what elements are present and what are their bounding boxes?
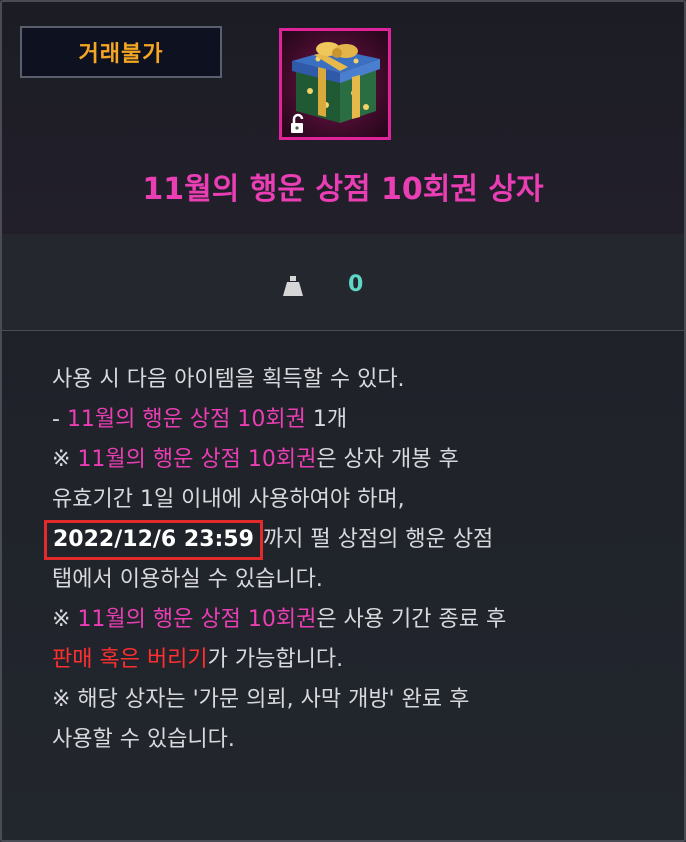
desc-text: 탭에서 이용하실 수 있습니다. — [52, 567, 323, 592]
desc-line: ※ 11월의 행운 상점 10회권은 상자 개봉 후 — [52, 440, 664, 480]
weight-section: 0 — [2, 234, 684, 331]
reward-item-name: 11월의 행운 상점 10회권 — [66, 407, 306, 432]
item-description: 사용 시 다음 아이템을 획득할 수 있다. - 11월의 행운 상점 10회권… — [44, 360, 664, 760]
desc-line: ※ 11월의 행운 상점 10회권은 사용 기간 종료 후 — [52, 600, 664, 640]
desc-text: 은 상자 개봉 후 — [316, 447, 459, 472]
desc-text: 가 가능합니다. — [207, 647, 344, 672]
desc-text: 사용 시 다음 아이템을 획득할 수 있다. — [52, 367, 405, 392]
trade-restriction-badge: 거래불가 — [20, 26, 222, 78]
desc-line: 2022/12/6 23:59 까지 펄 상점의 행운 상점 — [44, 520, 664, 560]
desc-text: ※ — [52, 607, 78, 632]
weight-icon — [283, 276, 303, 296]
item-tooltip: 거래불가 11월의 행운 상점 10회권 상자 0 사용 시 다음 아이템을 획… — [0, 0, 686, 842]
desc-text: 사용할 수 있습니다. — [52, 727, 235, 752]
item-title: 11월의 행운 상점 10회권 상자 — [142, 172, 544, 207]
desc-line: 유효기간 1일 이내에 사용하여야 하며, — [52, 480, 664, 520]
desc-line: 판매 혹은 버리기가 가능합니다. — [52, 640, 664, 680]
desc-line: ※ 해당 상자는 '가문 의뢰, 사막 개방' 완료 후 — [52, 680, 664, 720]
desc-line: - 11월의 행운 상점 10회권 1개 — [52, 400, 664, 440]
warning-text: 판매 혹은 버리기 — [52, 647, 208, 672]
desc-text: 유효기간 1일 이내에 사용하여야 하며, — [52, 487, 405, 512]
desc-text: ※ 해당 상자는 '가문 의뢰, 사막 개방' 완료 후 — [52, 687, 470, 712]
reward-item-name: 11월의 행운 상점 10회권 — [77, 447, 317, 472]
reward-item-name: 11월의 행운 상점 10회권 — [77, 607, 317, 632]
desc-text: - — [52, 407, 67, 432]
gift-box-icon[interactable] — [279, 28, 391, 140]
desc-text: ※ — [52, 447, 78, 472]
expiry-date-highlight: 2022/12/6 23:59 — [44, 520, 263, 560]
desc-line: 사용할 수 있습니다. — [52, 720, 664, 760]
desc-text: 은 사용 기간 종료 후 — [316, 607, 507, 632]
desc-text: 1개 — [305, 407, 348, 432]
unlock-icon — [291, 113, 304, 133]
desc-line: 탭에서 이용하실 수 있습니다. — [52, 560, 664, 600]
weight-value: 0 — [348, 272, 364, 297]
tooltip-header: 거래불가 11월의 행운 상점 10회권 상자 — [2, 2, 684, 235]
desc-text: 까지 펄 상점의 행운 상점 — [262, 527, 494, 552]
desc-line: 사용 시 다음 아이템을 획득할 수 있다. — [52, 360, 664, 400]
